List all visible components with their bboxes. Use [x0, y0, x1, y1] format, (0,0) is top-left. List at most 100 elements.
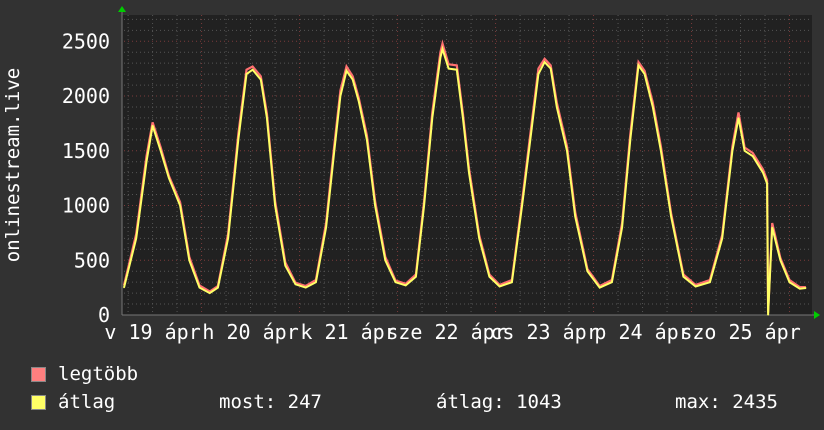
data-point-avg [245, 73, 248, 75]
y-tick-label: 1500 [62, 139, 110, 163]
data-point-avg [621, 226, 623, 229]
data-point-avg [339, 95, 342, 97]
data-point-avg [629, 139, 631, 141]
data-point-avg [556, 106, 558, 108]
data-point-avg [566, 150, 568, 152]
data-point-avg [709, 281, 711, 283]
plot-area [122, 15, 812, 315]
data-point-avg [511, 281, 513, 283]
y-axis-label: onlinestream.live [2, 68, 24, 262]
data-point-avg [752, 155, 754, 157]
data-point-avg [682, 276, 684, 278]
data-point-avg [550, 68, 552, 70]
data-point-avg [294, 283, 297, 285]
y-tick-label: 1000 [62, 194, 110, 218]
x-tick-label: k 21 ápr [300, 320, 396, 344]
data-point-avg [521, 204, 523, 207]
data-point-avg [660, 150, 662, 152]
data-point-avg [217, 287, 219, 289]
legend-swatch-avg [31, 395, 46, 410]
data-point-avg [284, 265, 286, 267]
data-point-avg [227, 237, 229, 239]
x-tick-label: cs 23 ápr [490, 320, 598, 344]
data-point-avg [237, 139, 239, 141]
data-point-avg [405, 284, 407, 287]
data-point-avg [499, 285, 501, 288]
data-point-avg [652, 106, 654, 108]
data-point-avg [266, 117, 268, 119]
data-point-avg [260, 78, 262, 81]
data-point-avg [145, 161, 148, 163]
x-tick-label: v 19 ápr [104, 320, 200, 344]
legend-swatch-max [31, 367, 46, 382]
data-point-avg [488, 276, 491, 278]
data-point-avg [788, 281, 791, 283]
y-tick-label: 2500 [62, 29, 110, 53]
data-point-avg [179, 204, 181, 207]
data-point-avg [315, 281, 317, 283]
data-point-avg [384, 259, 386, 261]
stat-now: most: 247 [219, 391, 322, 413]
data-point-avg [744, 150, 746, 152]
data-point-avg [188, 259, 190, 261]
data-point-avg [805, 287, 807, 289]
data-point-avg [799, 288, 801, 290]
data-point-avg [423, 204, 425, 207]
data-point-avg [448, 68, 450, 70]
data-point-avg [374, 204, 376, 207]
data-point-avg [695, 285, 697, 288]
x-tick-label: h 20 ápr [202, 320, 298, 344]
data-point-avg [731, 150, 733, 152]
x-axis-arrow-icon [814, 311, 820, 319]
data-point-avg [762, 172, 764, 174]
data-point-avg [771, 226, 773, 229]
data-point-avg [358, 100, 360, 103]
data-point-avg [643, 73, 646, 75]
data-point-avg [209, 292, 211, 294]
data-point-avg [305, 287, 307, 289]
data-point-avg [766, 183, 768, 185]
data-point-avg [478, 237, 480, 239]
y-tick-label: 2000 [62, 84, 110, 108]
data-point-avg [325, 226, 327, 229]
data-point-avg [529, 139, 531, 141]
data-point-avg [274, 204, 276, 207]
x-tick-label: szo 25 ápr [680, 320, 800, 344]
data-point-avg [415, 276, 417, 278]
data-point-avg [252, 69, 254, 71]
data-point-avg [123, 287, 125, 289]
y-tick-label: 500 [74, 248, 110, 272]
data-point-avg [441, 48, 444, 50]
data-point-avg [468, 172, 470, 174]
data-point-avg [151, 124, 154, 127]
chart: 0 500 1000 1500 2000 2500 v 19 ápr h 20 ápr k 21… [0, 0, 824, 430]
legend-label-max: legtöbb [58, 363, 139, 385]
data-point-avg [779, 259, 781, 261]
data-point-avg [168, 177, 170, 179]
data-point-avg [586, 270, 589, 272]
data-point-avg [721, 237, 723, 239]
data-point-avg [543, 61, 546, 63]
legend-label-avg: átlag [58, 391, 116, 413]
data-point-avg [135, 237, 137, 239]
x-tick-label: p 24 ápr [594, 320, 690, 344]
stat-avg: átlag: 1043 [436, 391, 562, 413]
data-point-avg [394, 281, 397, 283]
data-point-avg [637, 64, 640, 66]
data-point-avg [352, 78, 354, 81]
x-tick-label: sze 22 ápr [386, 320, 506, 344]
data-point-avg [439, 57, 442, 59]
data-point-avg [198, 287, 201, 289]
data-point-avg [160, 150, 162, 152]
data-point-avg [456, 69, 458, 71]
data-point-avg [767, 314, 769, 316]
data-point-avg [366, 139, 368, 141]
data-point-avg [611, 281, 613, 283]
data-point-avg [537, 73, 540, 75]
data-point-avg [431, 117, 433, 119]
data-point-avg [333, 150, 335, 152]
data-point-avg [670, 215, 672, 218]
data-point-avg [462, 117, 464, 119]
y-axis-arrow-icon [118, 6, 126, 12]
data-point-avg [737, 117, 740, 119]
